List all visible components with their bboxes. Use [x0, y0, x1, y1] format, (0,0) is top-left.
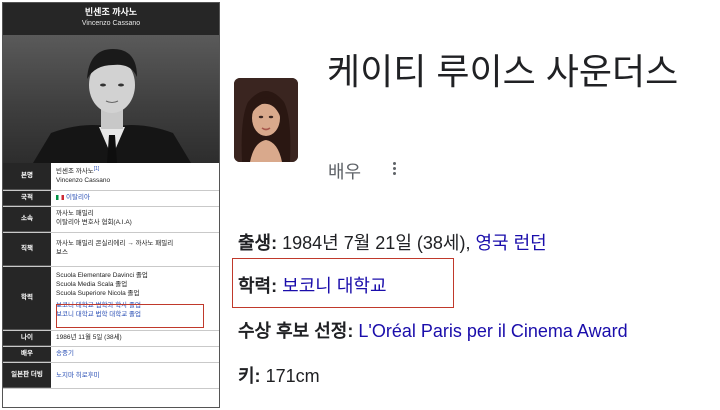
row-label: 배우 [3, 347, 51, 362]
row-value: 노지마 히로후미 [51, 363, 219, 388]
award-link[interactable]: L'Oréal Paris per il Cinema Award [358, 321, 627, 341]
infobox-header: 빈센조 까사노 Vincenzo Cassano [3, 3, 219, 35]
entity-subtitle: 배우 [328, 162, 362, 182]
infobox-row-name: 본명 빈센조 까사노[1] Vincenzo Cassano [3, 163, 219, 191]
education-line: Scuola Elementare Davinci 졸업 [56, 272, 148, 279]
row-label: 본명 [3, 163, 51, 190]
row-label: 학력 [3, 267, 51, 330]
italy-flag-icon [56, 194, 64, 200]
fact-height: 키: 171cm [238, 362, 320, 388]
infobox-row-affiliation: 소속 까사노 패밀리 이탈리아 변호사 협회(A.I.A) [3, 207, 219, 233]
row-value: 까사노 패밀리 콘실리에리 → 까사노 패밀리 보스 [51, 233, 219, 266]
fact-value: 171cm [260, 366, 320, 386]
education-line: Scuola Media Scala 졸업 [56, 281, 128, 288]
fact-award: 수상 후보 선정: L'Oréal Paris per il Cinema Aw… [238, 317, 628, 343]
entity-title: 케이티 루이스 사운더스 [327, 51, 679, 92]
birthplace-link[interactable]: 영국 런던 [475, 233, 546, 253]
knowledge-panel: 케이티 루이스 사운더스 배우 출생: 1984년 7월 21일 (38세), … [222, 0, 720, 410]
infobox-row-position: 직책 까사노 패밀리 콘실리에리 → 까사노 패밀리 보스 [3, 233, 219, 267]
infobox-name-en: Vincenzo Cassano [81, 20, 141, 27]
highlight-box [56, 304, 204, 328]
row-value: 이탈리아 [51, 191, 219, 206]
row-value: 까사노 패밀리 이탈리아 변호사 협회(A.I.A) [51, 207, 219, 232]
infobox-rows: 본명 빈센조 까사노[1] Vincenzo Cassano 국적 이탈리아 소… [3, 163, 219, 389]
infobox-row-education: 학력 Scuola Elementare Davinci 졸업 Scuola M… [3, 267, 219, 331]
row-label: 직책 [3, 233, 51, 266]
real-name: 빈센조 까사노 [56, 168, 94, 176]
row-label: 나이 [3, 331, 51, 346]
infobox-name: 빈센조 까사노 [84, 7, 138, 17]
row-value: 1986년 11월 5일 (38세) [51, 331, 219, 346]
profile-photo[interactable] [234, 78, 298, 162]
infobox-row-age: 나이 1986년 11월 5일 (38세) [3, 331, 219, 347]
footnote-ref[interactable]: [1] [94, 166, 100, 172]
position-line: 보스 [56, 249, 68, 256]
fact-key: 출생: [238, 233, 278, 253]
position-line: 까사노 패밀리 콘실리에리 → 까사노 패밀리 [56, 240, 174, 247]
more-options-icon[interactable] [390, 160, 398, 178]
fact-key: 키: [238, 366, 261, 386]
infobox-row-actor: 배우 송중기 [3, 347, 219, 363]
affiliation-line: 이탈리아 변호사 협회(A.I.A) [56, 219, 132, 226]
fact-birth: 출생: 1984년 7월 21일 (38세), 영국 런던 [238, 229, 547, 255]
education-line: Scuola Superiore Nicola 졸업 [56, 290, 140, 297]
highlight-box [232, 258, 454, 308]
row-value: 빈센조 까사노[1] Vincenzo Cassano [51, 163, 219, 190]
fact-value: 1984년 7월 21일 (38세), [277, 233, 476, 253]
infobox-row-dub: 일본판 더빙 노지마 히로후미 [3, 363, 219, 389]
fact-key: 수상 후보 선정: [238, 321, 354, 341]
row-value: 송중기 [51, 347, 219, 362]
row-label: 국적 [3, 191, 51, 206]
dub-actor-link[interactable]: 노지마 히로후미 [56, 371, 214, 380]
nationality-link[interactable]: 이탈리아 [66, 194, 90, 201]
row-label: 일본판 더빙 [3, 363, 51, 388]
birth-age: 1986년 11월 5일 (38세) [56, 334, 122, 341]
affiliation-line: 까사노 패밀리 [56, 210, 94, 217]
real-name-en: Vincenzo Cassano [56, 177, 111, 185]
portrait-photo [3, 35, 219, 163]
actor-link[interactable]: 송중기 [56, 349, 214, 358]
infobox-row-nationality: 국적 이탈리아 [3, 191, 219, 207]
row-label: 소속 [3, 207, 51, 232]
infobox: 빈센조 까사노 Vincenzo Cassano 본명 빈센조 까사노[1] V… [2, 2, 220, 408]
